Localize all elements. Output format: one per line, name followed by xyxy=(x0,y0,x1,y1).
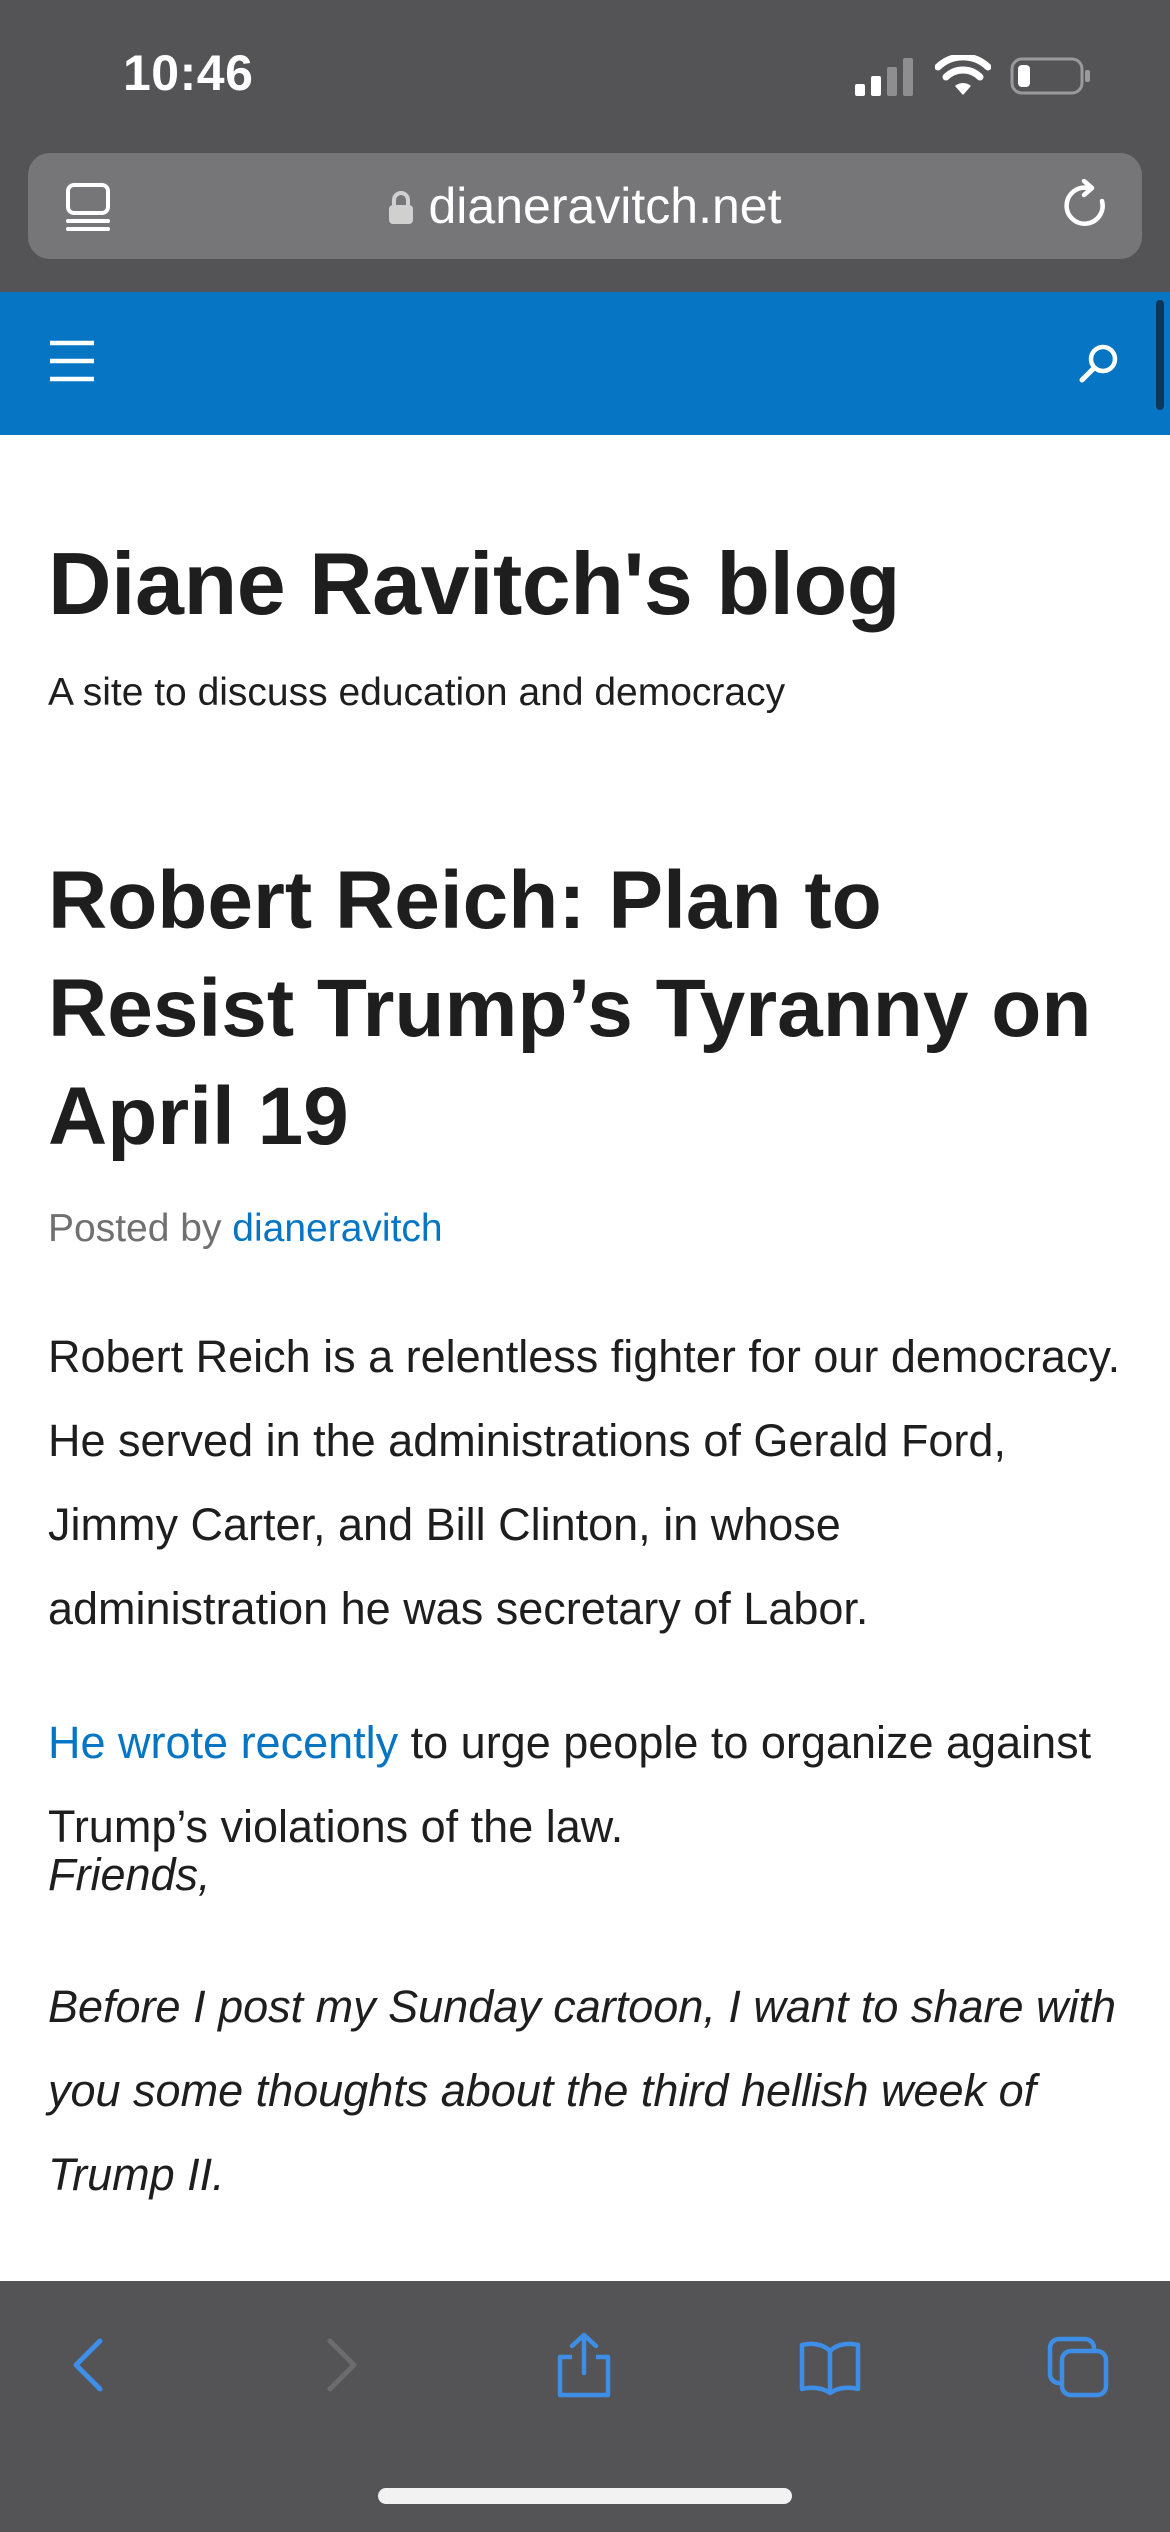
back-icon[interactable] xyxy=(58,2331,122,2399)
search-icon[interactable] xyxy=(1078,342,1120,384)
wifi-icon xyxy=(935,55,991,95)
he-wrote-recently-link[interactable]: He wrote recently xyxy=(48,1717,398,1768)
url-text-container[interactable]: dianeravitch.net xyxy=(28,177,1142,235)
scroll-indicator xyxy=(1156,300,1164,410)
forward-icon[interactable] xyxy=(308,2331,372,2399)
blog-tagline: A site to discuss education and democrac… xyxy=(48,671,786,714)
status-time: 10:46 xyxy=(123,45,254,101)
lock-icon xyxy=(389,191,414,224)
author-link[interactable]: dianeravitch xyxy=(232,1207,442,1250)
site-header-bar xyxy=(0,292,1170,435)
paragraph-4: Before I post my Sunday cartoon, I want … xyxy=(48,1981,1117,2200)
post-title: Robert Reich: Plan to Resist Trump’s Tyr… xyxy=(48,855,1092,1162)
byline-prefix: Posted by xyxy=(48,1207,222,1250)
browser-top-chrome: 10:46 dianeravitch.net xyxy=(0,0,1170,292)
post-byline: Posted by dianeravitch xyxy=(48,1207,443,1251)
cellular-signal-icon xyxy=(855,58,913,96)
tabs-icon[interactable] xyxy=(1046,2331,1110,2399)
paragraph-1: Robert Reich is a relentless fighter for… xyxy=(48,1331,1121,1634)
bookmarks-icon[interactable] xyxy=(798,2331,862,2399)
reload-icon[interactable] xyxy=(1058,179,1112,233)
blog-title[interactable]: Diane Ravitch's blog xyxy=(48,533,901,635)
share-icon[interactable] xyxy=(552,2331,616,2399)
hamburger-menu-icon[interactable] xyxy=(48,338,96,384)
home-indicator[interactable] xyxy=(378,2488,792,2504)
address-bar[interactable]: dianeravitch.net xyxy=(28,153,1142,259)
url-text: dianeravitch.net xyxy=(428,178,782,234)
paragraph-3: Friends, xyxy=(48,1849,211,1900)
battery-icon xyxy=(1010,57,1090,95)
